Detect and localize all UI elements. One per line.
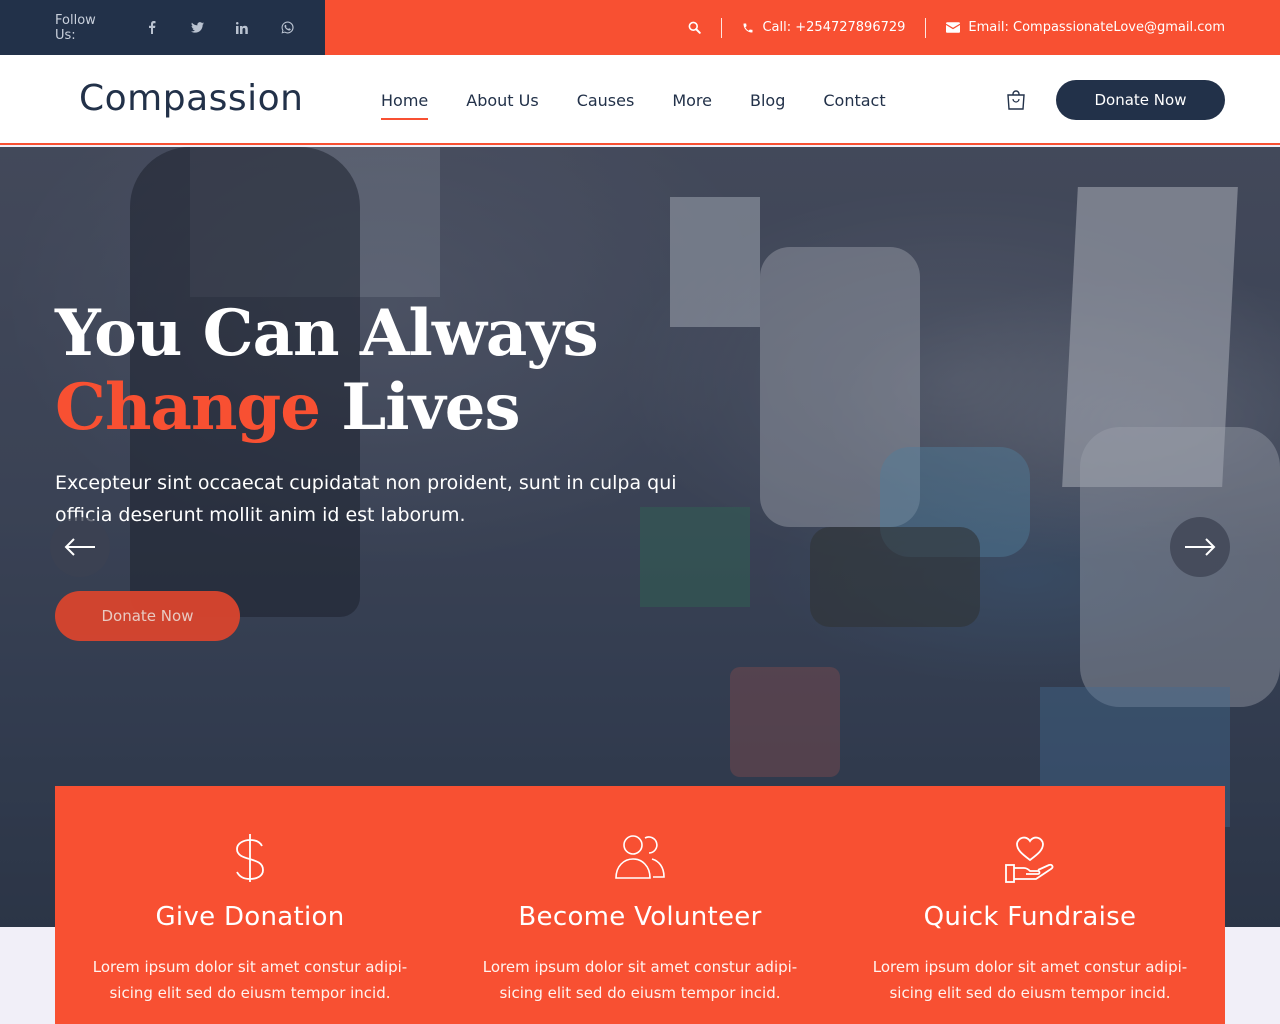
twitter-icon[interactable]: [190, 20, 205, 36]
facebook-icon[interactable]: [145, 20, 160, 36]
main-nav: Home About Us Causes More Blog Contact: [381, 91, 924, 120]
email-text: Email: CompassionateLove@gmail.com: [968, 20, 1225, 35]
main-header: Compassion Home About Us Causes More Blo…: [0, 55, 1280, 145]
social-bar: Follow Us:: [0, 0, 325, 55]
whatsapp-icon[interactable]: [280, 20, 295, 36]
hero-title-accent: Change: [55, 370, 321, 445]
follow-label: Follow Us:: [55, 12, 96, 43]
nav-blog[interactable]: Blog: [750, 91, 785, 120]
envelope-icon: [946, 22, 961, 33]
slider-next-button[interactable]: [1170, 517, 1230, 577]
slider-prev-button[interactable]: [50, 517, 110, 577]
arrow-right-icon: [1185, 538, 1216, 556]
feature-quick-fundraise[interactable]: Quick Fundraise Lorem ipsum dolor sit am…: [835, 786, 1225, 1024]
nav-contact[interactable]: Contact: [823, 91, 885, 120]
feature-title: Quick Fundraise: [923, 902, 1137, 932]
nav-about-us[interactable]: About Us: [466, 91, 538, 120]
arrow-left-icon: [64, 538, 95, 556]
nav-home[interactable]: Home: [381, 91, 429, 120]
feature-title: Give Donation: [155, 902, 345, 932]
email-contact[interactable]: Email: CompassionateLove@gmail.com: [946, 20, 1225, 35]
feature-description: Lorem ipsum dolor sit amet constur adipi…: [872, 958, 1188, 1002]
phone-icon: [743, 23, 753, 32]
site-logo[interactable]: Compassion: [79, 78, 304, 119]
hero-donate-button[interactable]: Donate Now: [55, 591, 240, 641]
phone-text: Call: +254727896729: [762, 20, 906, 35]
features-section: Give Donation Lorem ipsum dolor sit amet…: [55, 786, 1225, 1024]
feature-become-volunteer[interactable]: Become Volunteer Lorem ipsum dolor sit a…: [445, 786, 835, 1024]
search-icon[interactable]: [688, 21, 702, 34]
feature-give-donation[interactable]: Give Donation Lorem ipsum dolor sit amet…: [55, 786, 445, 1024]
contact-bar: Call: +254727896729 Email: Compassionate…: [325, 0, 1280, 55]
divider: [925, 17, 927, 38]
dollar-icon: [55, 832, 445, 884]
divider: [721, 17, 723, 38]
users-icon: [445, 832, 835, 884]
top-bar: Follow Us: Call: +254727896729 Email: Co…: [0, 0, 1280, 55]
hero-title-line1: You Can Always: [55, 296, 599, 371]
feature-description: Lorem ipsum dolor sit amet constur adipi…: [92, 958, 408, 1002]
phone-contact[interactable]: Call: +254727896729: [742, 20, 905, 35]
feature-title: Become Volunteer: [518, 902, 762, 932]
hero-title: You Can Always Change Lives: [55, 296, 599, 445]
heart-hand-icon: [835, 832, 1225, 884]
nav-more[interactable]: More: [672, 91, 712, 120]
linkedin-icon[interactable]: [235, 20, 250, 36]
hero-title-rest: Lives: [319, 370, 520, 445]
hero-description: Excepteur sint occaecat cupidatat non pr…: [55, 472, 677, 526]
donate-now-button[interactable]: Donate Now: [1056, 80, 1225, 120]
shopping-bag-icon[interactable]: [1006, 90, 1026, 110]
nav-causes[interactable]: Causes: [577, 91, 635, 120]
hero-title-line2: Change Lives: [55, 371, 598, 445]
feature-description: Lorem ipsum dolor sit amet constur adipi…: [482, 958, 798, 1002]
